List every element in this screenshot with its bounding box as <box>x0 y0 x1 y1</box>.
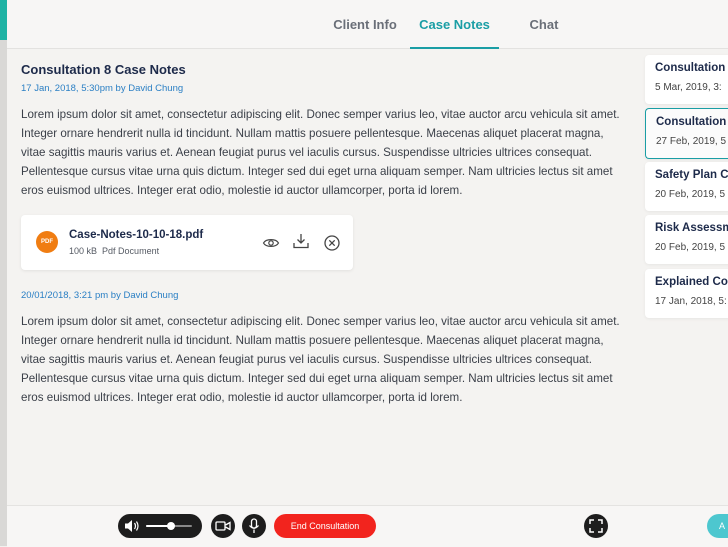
camera-button[interactable] <box>211 514 235 538</box>
list-item-title: Risk Assessm <box>655 222 728 234</box>
entry-meta[interactable]: 20/01/2018, 3:21 pm by David Chung <box>21 290 621 301</box>
microphone-button[interactable] <box>242 514 266 538</box>
list-item-selected[interactable]: Consultation 27 Feb, 2019, 5 <box>645 108 728 159</box>
volume-slider-handle[interactable] <box>167 522 176 530</box>
note-title: Consultation 8 Case Notes <box>21 62 186 77</box>
attachment-name[interactable]: Case-Notes-10-10-18.pdf <box>69 229 203 241</box>
attachment-size: 100 kB <box>69 246 98 256</box>
speaker-icon[interactable] <box>123 518 141 534</box>
fullscreen-button[interactable] <box>584 514 608 538</box>
note-body: Lorem ipsum dolor sit amet, consectetur … <box>21 108 620 197</box>
end-consultation-button[interactable]: End Consultation <box>274 514 376 538</box>
case-note-main: Consultation 8 Case Notes 17 Jan, 2018, … <box>21 60 621 200</box>
background-app-edge <box>0 0 7 546</box>
list-item-date: 5 Mar, 2019, 3: <box>655 82 722 93</box>
list-item-date: 20 Feb, 2019, 5 <box>655 242 726 253</box>
list-item[interactable]: Explained Co 17 Jan, 2018, 5: <box>645 269 728 318</box>
tab-bar: Client Info Case Notes Chat <box>7 0 728 49</box>
attachment-details: 100 kB Pdf Document <box>69 246 159 256</box>
list-item-date: 20 Feb, 2019, 5 <box>655 189 726 200</box>
microphone-icon <box>248 518 260 533</box>
list-item-title: Safety Plan C <box>655 169 728 181</box>
action-button[interactable]: A <box>707 514 728 538</box>
download-icon[interactable] <box>292 232 310 250</box>
attachment-card: PDF Case-Notes-10-10-18.pdf 100 kB Pdf D… <box>21 215 353 270</box>
list-item-date: 27 Feb, 2019, 5 <box>656 136 727 147</box>
tab-client-info[interactable]: Client Info <box>325 0 405 48</box>
list-item[interactable]: Risk Assessm 20 Feb, 2019, 5 <box>645 215 728 264</box>
list-item[interactable]: Consultation 5 Mar, 2019, 3: <box>645 55 728 104</box>
list-item-title: Consultation <box>656 116 727 128</box>
attachment-type: Pdf Document <box>102 246 160 256</box>
list-item-title: Explained Co <box>655 276 728 288</box>
list-item[interactable]: Safety Plan C 20 Feb, 2019, 5 <box>645 162 728 211</box>
list-item-title: Consultation <box>655 62 726 74</box>
case-note-entry: 20/01/2018, 3:21 pm by David Chung Lorem… <box>21 290 621 407</box>
background-app-header <box>0 0 7 40</box>
tab-case-notes[interactable]: Case Notes <box>410 0 499 49</box>
remove-icon[interactable] <box>323 234 341 252</box>
note-meta[interactable]: 17 Jan, 2018, 5:30pm by David Chung <box>21 83 621 94</box>
fullscreen-icon <box>589 519 603 533</box>
list-item-date: 17 Jan, 2018, 5: <box>655 296 727 307</box>
tab-chat[interactable]: Chat <box>514 0 574 48</box>
entry-body: Lorem ipsum dolor sit amet, consectetur … <box>21 315 620 404</box>
pdf-file-icon: PDF <box>36 231 58 253</box>
view-icon[interactable] <box>262 234 280 252</box>
camera-icon <box>215 521 231 531</box>
volume-control <box>118 514 202 538</box>
